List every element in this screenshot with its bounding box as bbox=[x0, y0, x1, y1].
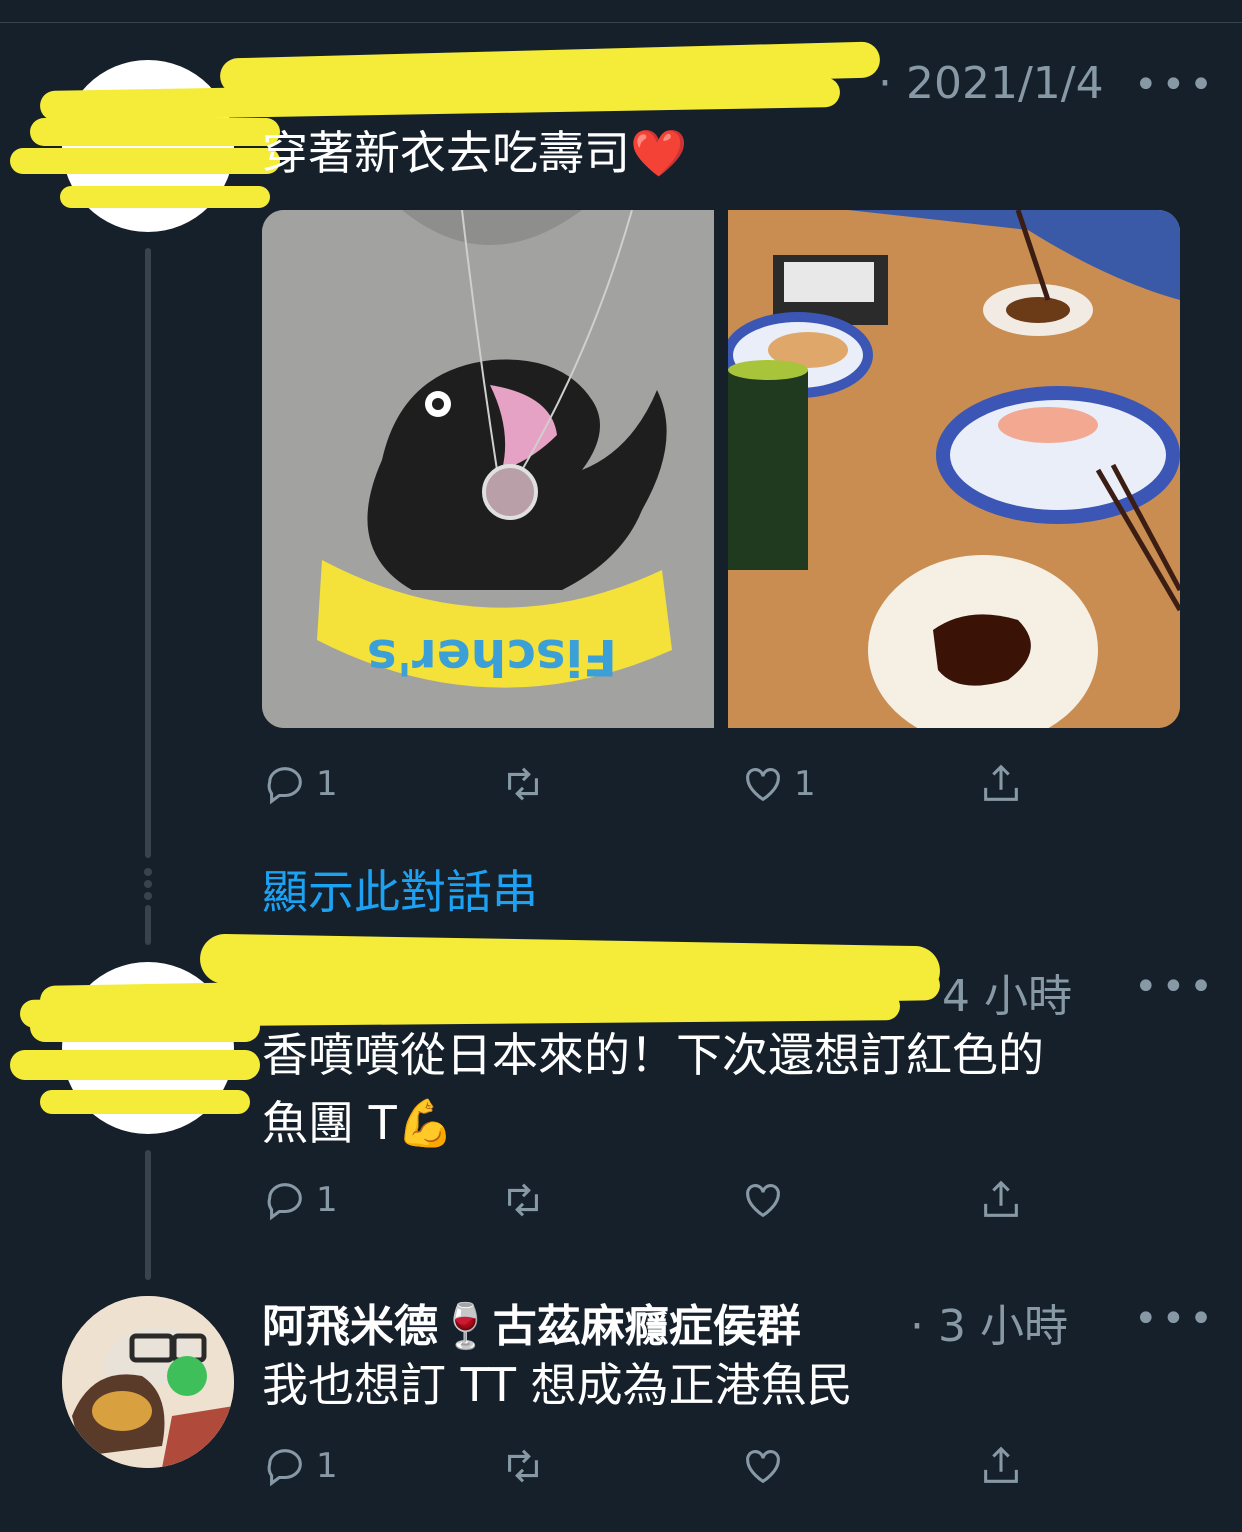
thread-dot bbox=[144, 868, 152, 876]
reply-icon bbox=[267, 1449, 302, 1487]
tweet-time[interactable]: · 3 小時 bbox=[910, 1290, 1068, 1354]
sushi-illustration bbox=[728, 210, 1180, 728]
share-icon bbox=[984, 1446, 1018, 1483]
share-button[interactable] bbox=[978, 754, 1024, 814]
share-button[interactable] bbox=[978, 1170, 1024, 1230]
reply-count: 1 bbox=[316, 1446, 338, 1486]
photo-sushi[interactable] bbox=[728, 210, 1180, 728]
heart-icon bbox=[746, 1450, 780, 1484]
avatar[interactable] bbox=[62, 1296, 234, 1468]
retweet-icon bbox=[508, 767, 538, 801]
tweet-media[interactable]: Fischer's bbox=[262, 210, 1180, 728]
thread-line bbox=[145, 248, 151, 858]
photo-tshirt[interactable]: Fischer's bbox=[262, 210, 714, 728]
retweet-button[interactable] bbox=[500, 754, 546, 814]
redaction-scribble bbox=[40, 1090, 250, 1114]
shirt-print-text: Fischer's bbox=[367, 628, 617, 686]
tweet-text: 我也想訂 TT 想成為正港魚民 bbox=[262, 1358, 853, 1412]
tweet-actions: 1 1 bbox=[262, 754, 1062, 814]
heart-icon bbox=[746, 768, 780, 802]
like-count: 1 bbox=[794, 764, 816, 804]
retweet-icon bbox=[508, 1183, 538, 1217]
share-icon bbox=[984, 1180, 1018, 1217]
like-button[interactable]: 1 bbox=[740, 754, 816, 814]
more-options-icon[interactable]: ••• bbox=[1134, 62, 1217, 108]
author-name[interactable]: 阿飛米德🍷古茲麻癮症侯群 bbox=[262, 1290, 801, 1354]
show-thread-link[interactable]: 顯示此對話串 bbox=[262, 856, 538, 922]
retweet-button[interactable] bbox=[500, 1170, 546, 1230]
retweet-icon bbox=[508, 1449, 538, 1483]
heart-icon bbox=[746, 1184, 780, 1218]
tweet-text: 穿著新衣去吃壽司❤️ bbox=[262, 126, 688, 180]
redaction-scribble bbox=[10, 148, 280, 174]
tweet-text-line2: 魚團 T💪 bbox=[262, 1096, 454, 1150]
avatar-illustration bbox=[62, 1296, 234, 1468]
like-button[interactable] bbox=[740, 1170, 786, 1230]
more-options-icon[interactable]: ••• bbox=[1134, 1296, 1217, 1342]
top-divider bbox=[0, 22, 1242, 23]
like-button[interactable] bbox=[740, 1436, 786, 1496]
redaction-scribble bbox=[60, 186, 270, 208]
reply-button[interactable]: 1 bbox=[262, 1436, 338, 1496]
share-button[interactable] bbox=[978, 1436, 1024, 1496]
tweet-text-line1: 香噴噴從日本來的！下次還想訂紅色的 bbox=[262, 1028, 1044, 1082]
tshirt-illustration: Fischer's bbox=[262, 210, 714, 728]
thread-dot bbox=[144, 892, 152, 900]
reply-count: 1 bbox=[316, 1180, 338, 1220]
tweet-actions: 1 bbox=[262, 1170, 1062, 1230]
reply-count: 1 bbox=[316, 764, 338, 804]
reply-button[interactable]: 1 bbox=[262, 1170, 338, 1230]
tweet-time[interactable]: 4 小時 bbox=[942, 960, 1072, 1024]
reply-button[interactable]: 1 bbox=[262, 754, 338, 814]
thread-line bbox=[145, 905, 151, 945]
reply-icon bbox=[267, 767, 302, 805]
redaction-scribble bbox=[30, 118, 280, 146]
thread-line bbox=[145, 1150, 151, 1280]
reply-icon bbox=[267, 1183, 302, 1221]
share-icon bbox=[984, 764, 1018, 801]
tweet-date[interactable]: · 2021/1/4 bbox=[878, 58, 1104, 109]
retweet-button[interactable] bbox=[500, 1436, 546, 1496]
redaction-scribble bbox=[10, 1050, 260, 1080]
thread-dot bbox=[144, 880, 152, 888]
more-options-icon[interactable]: ••• bbox=[1134, 964, 1217, 1010]
tweet-actions: 1 bbox=[262, 1436, 1062, 1496]
